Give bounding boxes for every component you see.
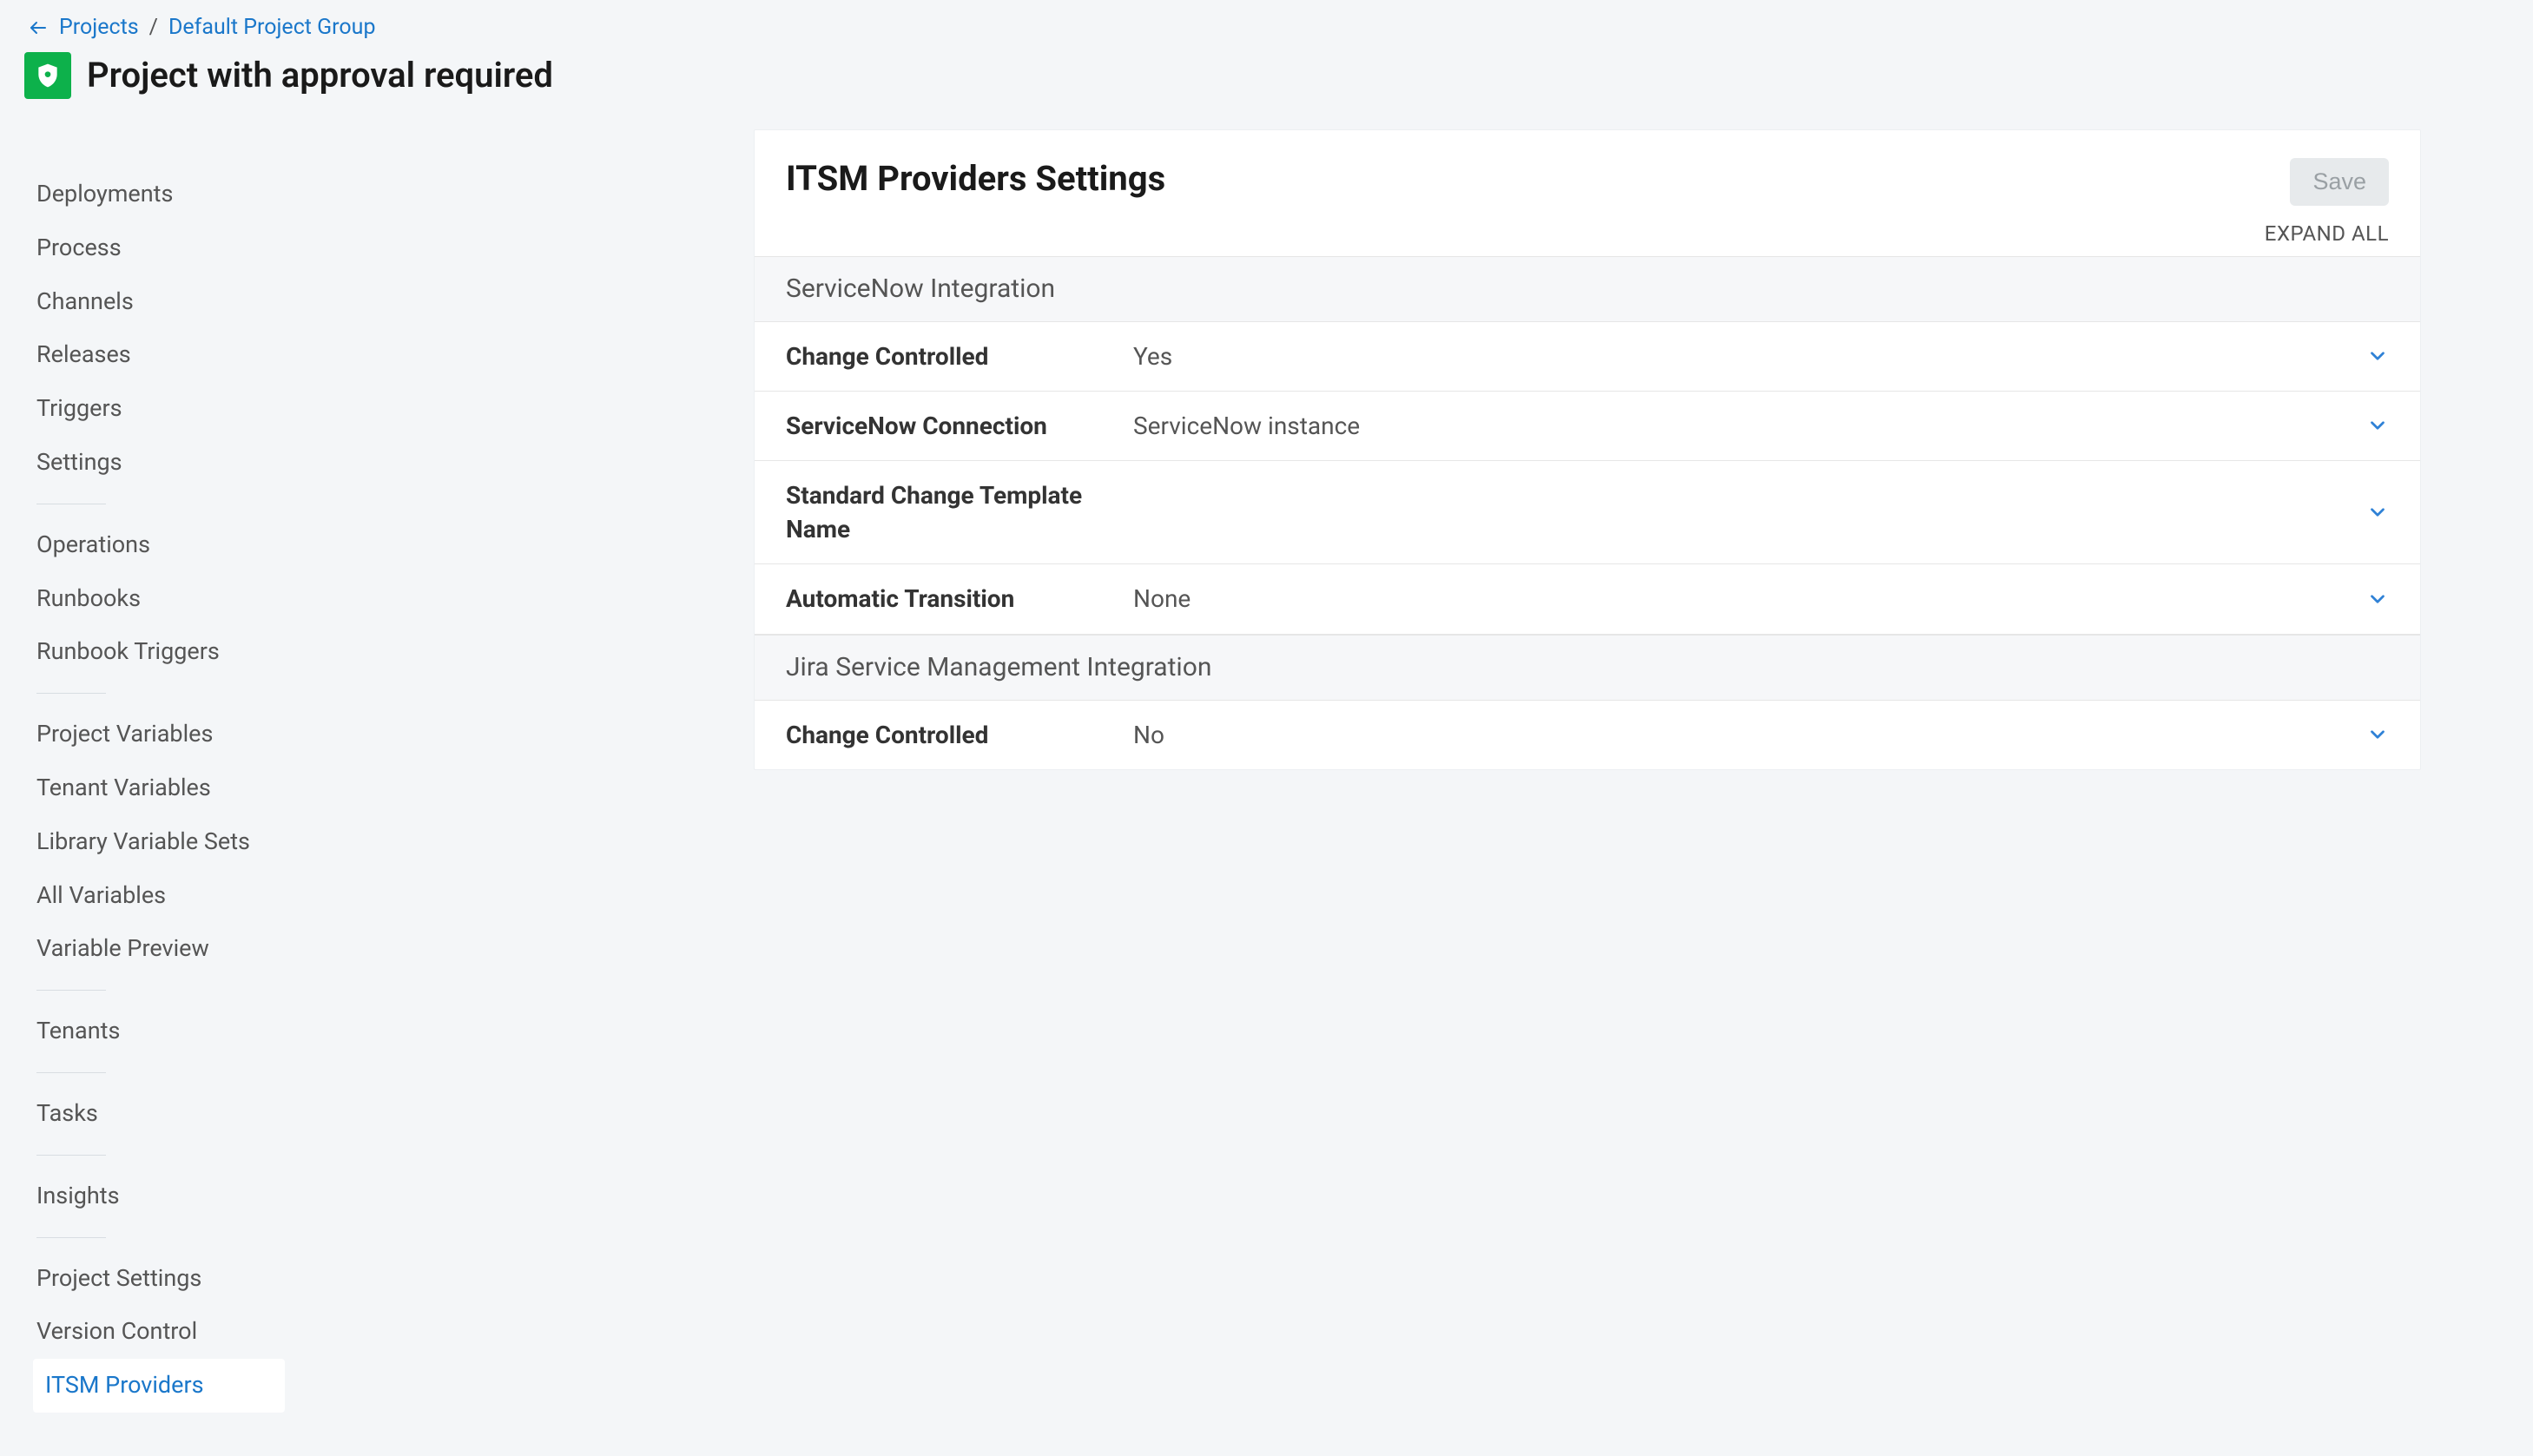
sidebar-item-tenant-variables[interactable]: Tenant Variables [33, 761, 285, 815]
breadcrumb: Projects / Default Project Group [28, 12, 2512, 43]
row-value: None [1133, 582, 2363, 616]
row-servicenow-connection[interactable]: ServiceNow Connection ServiceNow instanc… [755, 392, 2420, 461]
chevron-down-icon [2366, 345, 2389, 367]
sidebar-item-library-variable-sets[interactable]: Library Variable Sets [33, 815, 285, 869]
sidebar-item-deployments[interactable]: Deployments [33, 168, 285, 221]
row-change-controlled-sn[interactable]: Change Controlled Yes [755, 322, 2420, 392]
expand-all-link[interactable]: EXPAND ALL [2265, 221, 2389, 246]
chevron-down-icon [2366, 414, 2389, 437]
sidebar-item-channels[interactable]: Channels [33, 275, 285, 329]
sidebar-item-variable-preview[interactable]: Variable Preview [33, 922, 285, 976]
row-automatic-transition[interactable]: Automatic Transition None [755, 564, 2420, 634]
row-change-controlled-jira[interactable]: Change Controlled No [755, 701, 2420, 769]
sidebar-item-insights[interactable]: Insights [33, 1169, 285, 1223]
sidebar-item-version-control[interactable]: Version Control [33, 1305, 285, 1359]
back-arrow-icon[interactable] [28, 17, 49, 38]
breadcrumb-separator: / [149, 12, 158, 43]
sidebar-item-process[interactable]: Process [33, 221, 285, 275]
sidebar-item-releases[interactable]: Releases [33, 328, 285, 382]
row-label: Automatic Transition [786, 582, 1133, 616]
chevron-down-icon [2366, 501, 2389, 524]
settings-panel: ITSM Providers Settings Save EXPAND ALL … [754, 129, 2421, 770]
sidebar-item-runbooks[interactable]: Runbooks [33, 572, 285, 626]
row-label: Change Controlled [786, 718, 1133, 752]
section-header-jira: Jira Service Management Integration [755, 635, 2420, 701]
sidebar-item-runbook-triggers[interactable]: Runbook Triggers [33, 625, 285, 679]
sidebar-item-tenants[interactable]: Tenants [33, 1005, 285, 1058]
row-standard-change-template-name[interactable]: Standard Change Template Name [755, 461, 2420, 564]
chevron-down-icon [2366, 588, 2389, 610]
project-badge-icon [24, 52, 71, 99]
sidebar-item-project-variables[interactable]: Project Variables [33, 708, 285, 761]
save-button[interactable]: Save [2290, 158, 2389, 206]
sidebar-item-triggers[interactable]: Triggers [33, 382, 285, 436]
breadcrumb-projects-link[interactable]: Projects [59, 12, 139, 43]
sidebar-divider [36, 1072, 106, 1073]
row-value: Yes [1133, 339, 2363, 373]
section-header-servicenow: ServiceNow Integration [755, 256, 2420, 322]
page-title: Project with approval required [87, 51, 553, 100]
sidebar-item-itsm-providers[interactable]: ITSM Providers [33, 1359, 285, 1413]
row-value: No [1133, 718, 2363, 752]
sidebar-divider [36, 693, 106, 694]
sidebar-item-all-variables[interactable]: All Variables [33, 869, 285, 923]
sidebar-divider [36, 1155, 106, 1156]
row-label: Change Controlled [786, 339, 1133, 373]
sidebar: Deployments Process Channels Releases Tr… [21, 129, 285, 1421]
sidebar-item-operations[interactable]: Operations [33, 518, 285, 572]
sidebar-item-tasks[interactable]: Tasks [33, 1087, 285, 1141]
sidebar-divider [36, 1237, 106, 1238]
panel-title: ITSM Providers Settings [786, 155, 1165, 203]
sidebar-divider [36, 990, 106, 991]
row-value: ServiceNow instance [1133, 409, 2363, 443]
chevron-down-icon [2366, 723, 2389, 746]
row-label: ServiceNow Connection [786, 409, 1133, 443]
sidebar-item-settings[interactable]: Settings [33, 436, 285, 490]
breadcrumb-group-link[interactable]: Default Project Group [168, 12, 376, 43]
row-label: Standard Change Template Name [786, 478, 1133, 546]
main-content: ITSM Providers Settings Save EXPAND ALL … [754, 129, 2421, 770]
sidebar-item-project-settings[interactable]: Project Settings [33, 1252, 285, 1306]
